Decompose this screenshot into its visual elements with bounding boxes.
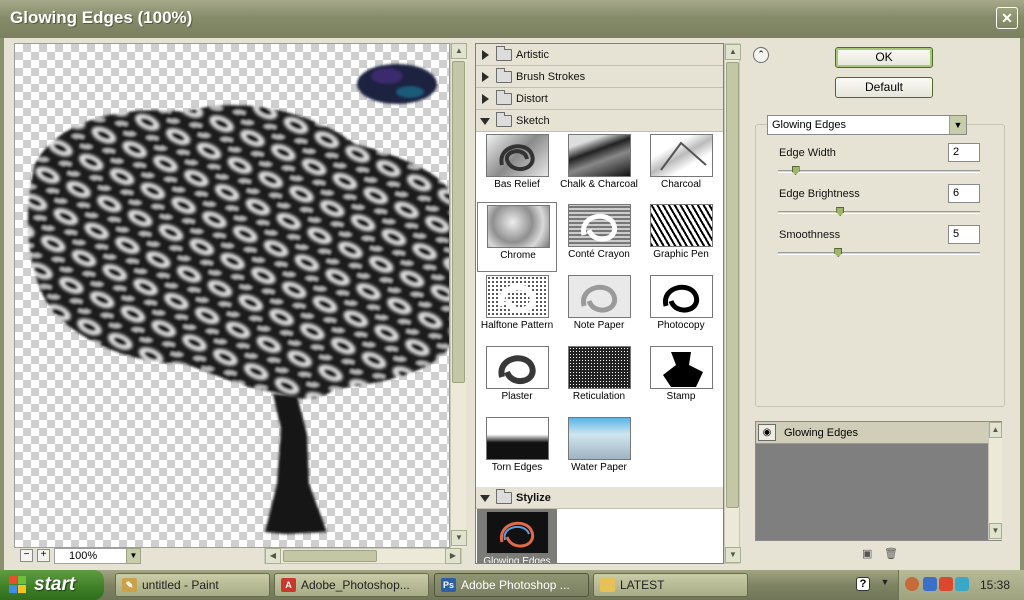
trash-icon[interactable]: 🗑 xyxy=(884,548,898,560)
tree-trunk xyxy=(265,394,327,534)
ok-button[interactable]: OK xyxy=(835,47,933,68)
expand-arrow-icon xyxy=(482,72,489,82)
filter-select[interactable]: Glowing Edges ▼ xyxy=(767,115,967,135)
scroll-down-icon[interactable]: ▼ xyxy=(989,523,1002,539)
edge-width-slider[interactable] xyxy=(778,170,980,173)
gallery-scrollbar[interactable]: ▲ ▼ xyxy=(724,43,741,564)
scroll-right-icon[interactable]: ▶ xyxy=(445,548,461,564)
zoom-level-field[interactable]: 100% xyxy=(54,548,128,564)
task-photoshop-pdf[interactable]: A Adobe_Photoshop... xyxy=(274,573,429,597)
category-sketch[interactable]: Sketch xyxy=(476,110,723,132)
scroll-left-icon[interactable]: ◀ xyxy=(265,548,281,564)
filter-thumb-conte-crayon[interactable]: Conté Crayon xyxy=(559,202,639,272)
folder-icon xyxy=(496,112,512,127)
folder-icon xyxy=(496,489,512,504)
filter-thumb-bas-relief[interactable]: Bas Relief xyxy=(477,132,557,202)
security-icon[interactable] xyxy=(939,577,953,591)
filter-thumb-graphic-pen[interactable]: Graphic Pen xyxy=(641,202,721,272)
category-distort[interactable]: Distort xyxy=(476,88,723,110)
filter-thumb-photocopy[interactable]: Photocopy xyxy=(641,273,721,343)
filter-thumb-chalk-charcoal[interactable]: Chalk & Charcoal xyxy=(559,132,639,202)
help-icon[interactable]: ? xyxy=(856,577,870,591)
edge-brightness-label: Edge Brightness xyxy=(779,188,860,200)
filter-thumb-note-paper[interactable]: Note Paper xyxy=(559,273,639,343)
network-icon[interactable] xyxy=(923,577,937,591)
folder-icon xyxy=(496,90,512,105)
collapse-gallery-button[interactable]: ⌃ xyxy=(753,47,769,63)
scroll-down-icon[interactable]: ▼ xyxy=(451,530,467,546)
scroll-thumb[interactable] xyxy=(452,61,465,383)
edge-brightness-input[interactable]: 6 xyxy=(948,184,980,203)
collapse-arrow-icon xyxy=(480,118,490,125)
effect-layers-panel: ◉ Glowing Edges ▲ ▼ xyxy=(755,421,1002,541)
scroll-up-icon[interactable]: ▲ xyxy=(989,422,1002,438)
layers-scrollbar[interactable]: ▲ ▼ xyxy=(988,422,1002,540)
taskbar: start ✎ untitled - Paint A Adobe_Photoshop… xyxy=(0,570,1024,600)
smoothness-input[interactable]: 5 xyxy=(948,225,980,244)
folder-icon xyxy=(496,46,512,61)
task-photoshop[interactable]: Ps Adobe Photoshop ... xyxy=(434,573,589,597)
smoothness-slider[interactable] xyxy=(778,252,980,255)
default-button[interactable]: Default xyxy=(835,77,933,98)
filter-thumb-glowing-edges[interactable]: Glowing Edges xyxy=(477,509,557,563)
paint-icon: ✎ xyxy=(122,578,137,592)
windows-flag-icon xyxy=(9,576,27,594)
zoom-bar: − + 100% ▼ ◀ ▶ xyxy=(14,548,462,564)
edge-width-input[interactable]: 2 xyxy=(948,143,980,162)
category-artistic[interactable]: Artistic xyxy=(476,44,723,66)
tray-arrow-icon[interactable]: ▼ xyxy=(878,577,892,591)
category-stylize[interactable]: Stylize xyxy=(476,487,723,509)
gallery-scroll-thumb[interactable] xyxy=(726,62,739,508)
window-title: Glowing Edges (100%) xyxy=(10,8,193,27)
zoom-out-button[interactable]: − xyxy=(20,549,33,562)
edge-width-label: Edge Width xyxy=(779,147,836,159)
collapse-arrow-icon xyxy=(480,495,490,502)
expand-arrow-icon xyxy=(482,50,489,60)
folder-icon xyxy=(496,68,512,83)
filter-thumb-torn-edges[interactable]: Torn Edges xyxy=(477,415,557,485)
close-button[interactable]: ✕ xyxy=(996,7,1018,29)
photoshop-icon: Ps xyxy=(441,578,456,592)
zoom-in-button[interactable]: + xyxy=(37,549,50,562)
filter-thumb-plaster[interactable]: Plaster xyxy=(477,344,557,414)
preview-horizontal-scrollbar[interactable]: ◀ ▶ xyxy=(264,548,462,564)
effect-layer-row[interactable]: ◉ Glowing Edges xyxy=(756,422,988,444)
chevron-down-icon[interactable]: ▼ xyxy=(949,116,966,134)
tree-image xyxy=(27,64,449,534)
messenger-icon[interactable] xyxy=(955,577,969,591)
scroll-up-icon[interactable]: ▲ xyxy=(725,44,741,60)
tree-canopy xyxy=(27,105,449,399)
filter-thumb-chrome[interactable]: Chrome xyxy=(477,202,557,272)
filter-thumb-water-paper[interactable]: Water Paper xyxy=(559,415,639,485)
new-effect-layer-icon[interactable]: ▣ xyxy=(862,548,873,560)
category-brush-strokes[interactable]: Brush Strokes xyxy=(476,66,723,88)
filter-thumb-stamp[interactable]: Stamp xyxy=(641,344,721,414)
filter-thumb-halftone-pattern[interactable]: Halftone Pattern xyxy=(477,273,557,343)
folder-icon xyxy=(600,578,615,592)
task-latest-folder[interactable]: LATEST xyxy=(593,573,748,597)
scroll-down-icon[interactable]: ▼ xyxy=(725,547,741,563)
scroll-up-icon[interactable]: ▲ xyxy=(451,43,467,59)
smoothness-label: Smoothness xyxy=(779,229,841,241)
filter-thumb-charcoal[interactable]: Charcoal xyxy=(641,132,721,202)
image-preview[interactable] xyxy=(14,43,450,548)
zoom-dropdown-icon[interactable]: ▼ xyxy=(126,548,141,564)
hscroll-thumb[interactable] xyxy=(283,550,377,562)
layer-tools: ▣ 🗑 xyxy=(862,548,902,562)
edge-brightness-slider[interactable] xyxy=(778,211,980,214)
filter-thumb-reticulation[interactable]: Reticulation xyxy=(559,344,639,414)
tray-expand-icon[interactable] xyxy=(905,577,919,591)
clock: 15:38 xyxy=(979,578,1010,592)
pdf-icon: A xyxy=(281,578,296,592)
filter-gallery: Artistic Brush Strokes Distort Sketch Ba… xyxy=(475,43,724,564)
system-tray: 15:38 xyxy=(898,570,1024,600)
task-paint[interactable]: ✎ untitled - Paint xyxy=(115,573,270,597)
title-bar: Glowing Edges (100%) ✕ xyxy=(0,0,1024,38)
expand-arrow-icon xyxy=(482,94,489,104)
eye-icon[interactable]: ◉ xyxy=(758,424,776,441)
start-button[interactable]: start xyxy=(0,570,104,600)
preview-vertical-scrollbar[interactable]: ▲ ▼ xyxy=(450,43,467,548)
